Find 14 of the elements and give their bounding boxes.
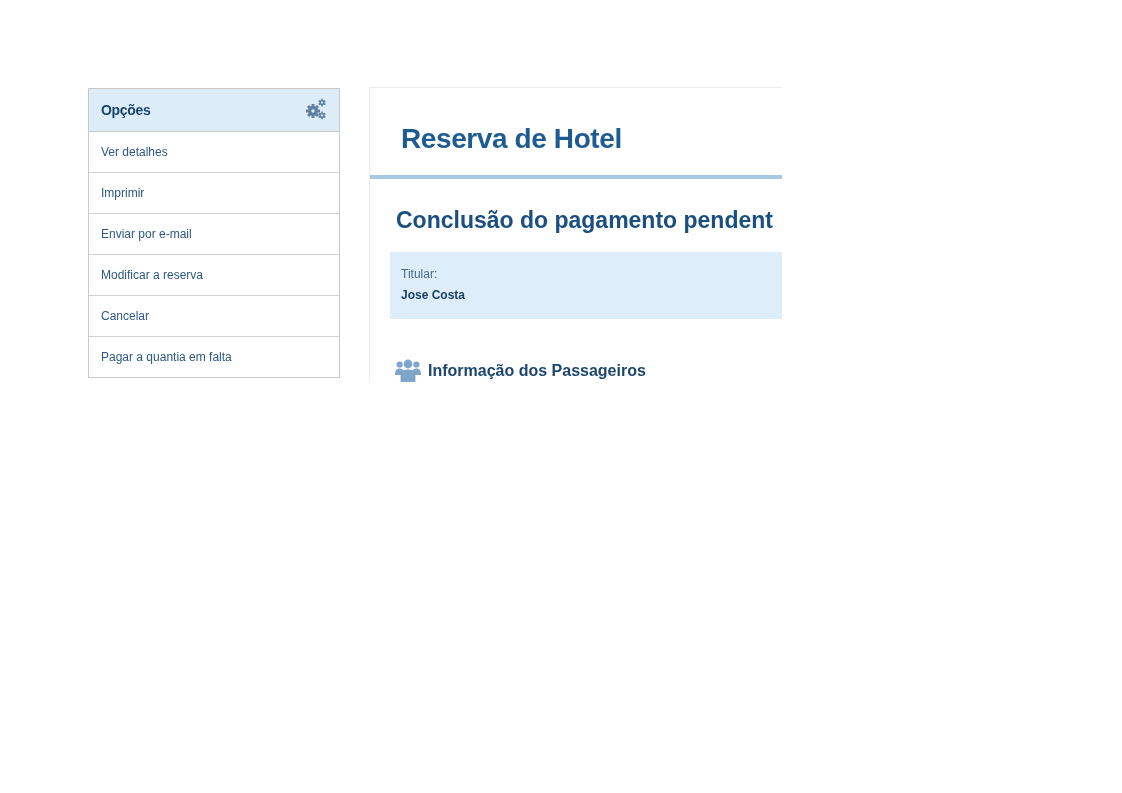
status-heading: Conclusão do pagamento pendent (396, 206, 774, 234)
users-icon (395, 359, 421, 382)
menu-item[interactable]: Enviar por e-mail (89, 214, 339, 255)
gears-icon (305, 98, 327, 120)
section-title: Informação dos Passageiros (428, 360, 646, 381)
page-title: Reserva de Hotel (401, 122, 622, 155)
menu-item[interactable]: Imprimir (89, 173, 339, 214)
menu-item[interactable]: Cancelar (89, 296, 339, 337)
menu-item[interactable]: Modificar a reserva (89, 255, 339, 296)
holder-label: Titular: (401, 266, 439, 283)
holder-name: Jose Costa (401, 287, 467, 304)
options-title: Opções (101, 102, 151, 118)
menu-item[interactable]: Pagar a quantia em falta (89, 337, 339, 377)
menu-item[interactable]: Ver detalhes (89, 132, 339, 173)
